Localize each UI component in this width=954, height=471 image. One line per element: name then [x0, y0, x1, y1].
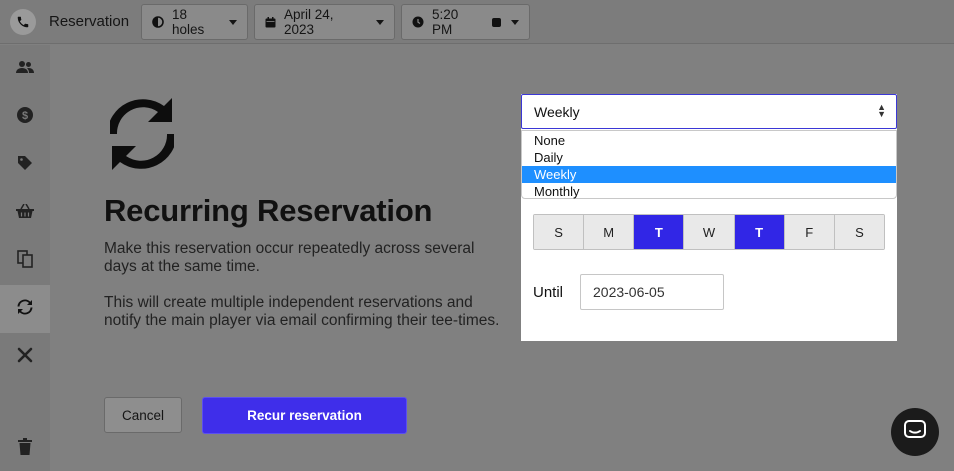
- day-wednesday[interactable]: W: [684, 215, 735, 249]
- sidebar-item-cancel-reservation[interactable]: [0, 333, 50, 381]
- time-label: 5:20 PM: [432, 7, 459, 37]
- chat-icon: [904, 419, 926, 445]
- plane-off-icon: [17, 347, 33, 368]
- option-daily[interactable]: Daily: [522, 149, 896, 166]
- recurring-icon: [107, 96, 177, 177]
- description-primary: Make this reservation occur repeatedly a…: [104, 240, 475, 275]
- day-tuesday[interactable]: T: [634, 215, 685, 249]
- until-label: Until: [533, 284, 564, 301]
- sidebar-item-copy[interactable]: [0, 237, 50, 285]
- copy-icon: [17, 249, 33, 273]
- phone-icon[interactable]: [10, 9, 36, 35]
- option-monthly[interactable]: Monthly: [522, 183, 896, 200]
- color-square-icon: [492, 17, 501, 27]
- sidebar-item-shop[interactable]: [0, 189, 50, 237]
- sidebar: $: [0, 45, 50, 471]
- time-select[interactable]: 5:20 PM: [401, 4, 530, 40]
- sidebar-item-players[interactable]: [0, 45, 50, 93]
- tag-icon: [17, 155, 33, 176]
- sidebar-item-recurring[interactable]: [0, 285, 50, 333]
- day-saturday[interactable]: S: [834, 215, 884, 249]
- golf-ball-icon: [152, 16, 164, 28]
- holes-label: 18 holes: [172, 7, 205, 37]
- cancel-button[interactable]: Cancel: [104, 397, 182, 433]
- holes-select[interactable]: 18 holes: [141, 4, 248, 40]
- day-thursday[interactable]: T: [734, 215, 785, 249]
- top-bar: Reservation 18 holes April 24, 2023 5:20…: [0, 0, 954, 44]
- chevron-down-icon: [376, 19, 384, 25]
- select-arrows-icon: ▲ ▼: [877, 102, 886, 119]
- basket-icon: [16, 203, 34, 223]
- calendar-icon: [265, 16, 276, 28]
- recurrence-select[interactable]: Weekly ▲ ▼: [521, 94, 897, 129]
- day-monday[interactable]: M: [584, 215, 635, 249]
- recurrence-dropdown: None Daily Weekly Monthly: [521, 130, 897, 199]
- recurrence-selected-value: Weekly: [534, 103, 580, 120]
- weekday-selector: S M T W T F S: [533, 214, 885, 250]
- trash-icon: [18, 438, 32, 460]
- sidebar-item-tags[interactable]: [0, 141, 50, 189]
- chat-launcher[interactable]: [891, 408, 939, 456]
- option-weekly[interactable]: Weekly: [522, 166, 896, 183]
- dollar-icon: $: [17, 106, 33, 128]
- until-date-input[interactable]: 2023-06-05: [580, 274, 724, 310]
- option-none[interactable]: None: [522, 132, 896, 149]
- day-friday[interactable]: F: [784, 215, 835, 249]
- chevron-down-icon: [511, 19, 519, 25]
- sidebar-item-delete[interactable]: [0, 425, 50, 471]
- svg-text:$: $: [22, 110, 28, 122]
- date-label: April 24, 2023: [284, 7, 334, 37]
- recur-icon: [17, 299, 33, 320]
- description-secondary: This will create multiple independent re…: [104, 294, 500, 329]
- page-heading: Recurring Reservation: [104, 193, 433, 228]
- date-select[interactable]: April 24, 2023: [254, 4, 395, 40]
- users-icon: [16, 60, 34, 79]
- day-sunday[interactable]: S: [534, 215, 585, 249]
- sidebar-item-payment[interactable]: $: [0, 93, 50, 141]
- recur-reservation-button[interactable]: Recur reservation: [202, 397, 407, 434]
- page-title: Reservation: [49, 13, 130, 30]
- chevron-down-icon: [229, 19, 237, 25]
- clock-icon: [412, 16, 424, 28]
